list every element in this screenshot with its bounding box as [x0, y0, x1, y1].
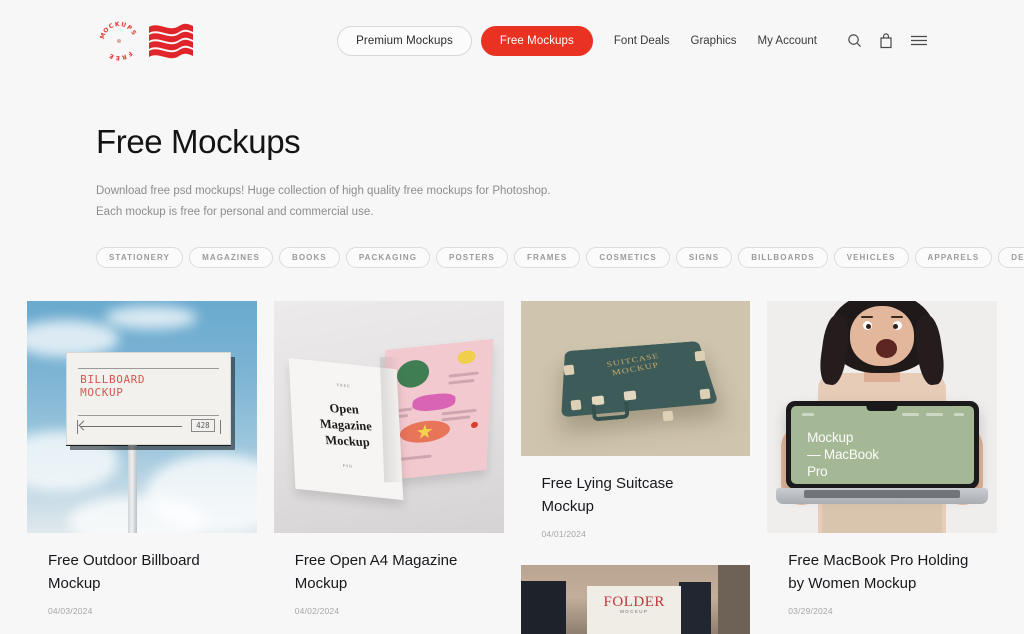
card-thumbnail-billboard[interactable]: BILLBOARD MOCKUP 428: [27, 301, 257, 533]
billboard-art-line-2: MOCKUP: [80, 386, 145, 399]
card-date-magazine: 04/02/2024: [274, 606, 504, 616]
category-chip-devices[interactable]: DEVICES: [998, 247, 1024, 268]
card-title-suitcase: Free Lying Suitcase Mockup: [521, 472, 751, 518]
category-chip-apparels[interactable]: APPARELS: [915, 247, 993, 268]
nav-link-my-account[interactable]: My Account: [758, 35, 817, 47]
mockup-card-magazine[interactable]: FREE Open Magazine Mockup PSD Free Open …: [274, 301, 504, 616]
grid-column-2: FREE Open Magazine Mockup PSD Free Open …: [274, 301, 504, 634]
nav-link-font-deals[interactable]: Font Deals: [614, 35, 670, 47]
mockup-card-billboard[interactable]: BILLBOARD MOCKUP 428 Free Outdoor Billbo…: [27, 301, 257, 616]
category-chip-packaging[interactable]: PACKAGING: [346, 247, 430, 268]
card-thumbnail-folder[interactable]: FOLDER MOCKUP: [521, 565, 751, 634]
logo-circle-text-icon: M O C K U P S F R E E: [96, 18, 142, 64]
card-title-magazine: Free Open A4 Magazine Mockup: [274, 549, 504, 595]
card-date-billboard: 04/03/2024: [27, 606, 257, 616]
hero-description-line-2: Each mockup is free for personal and com…: [96, 202, 928, 223]
hero-section: Free Mockups Download free psd mockups! …: [0, 81, 1024, 223]
category-chip-signs[interactable]: SIGNS: [676, 247, 732, 268]
card-title-billboard: Free Outdoor Billboard Mockup: [27, 549, 257, 595]
category-filter-list: STATIONERY MAGAZINES BOOKS PACKAGING POS…: [0, 223, 1024, 268]
card-thumbnail-macbook[interactable]: Mockup — MacBook Pro: [767, 301, 997, 533]
category-chip-books[interactable]: BOOKS: [279, 247, 340, 268]
logo-flag-icon: [147, 21, 196, 61]
category-chip-stationery[interactable]: STATIONERY: [96, 247, 183, 268]
main-navigation: Premium Mockups Free Mockups Font Deals …: [337, 26, 928, 56]
mockup-card-macbook[interactable]: Mockup — MacBook Pro Free MacBook Pro Ho…: [767, 301, 997, 616]
mockup-card-folder[interactable]: FOLDER MOCKUP: [521, 565, 751, 634]
site-logo[interactable]: M O C K U P S F R E E: [96, 17, 196, 65]
svg-text:R: R: [120, 52, 127, 60]
magazine-art-line-3: Mockup: [321, 431, 374, 450]
suitcase-art: SUITCASE MOCKUP: [521, 301, 751, 456]
mockup-card-suitcase[interactable]: SUITCASE MOCKUP Free Lying Suitcase Mock…: [521, 301, 751, 539]
category-chip-cosmetics[interactable]: COSMETICS: [586, 247, 669, 268]
billboard-art-number: 428: [191, 419, 215, 432]
macbook-art-line-2: — MacBook: [807, 446, 879, 463]
svg-text:E: E: [116, 53, 121, 60]
search-icon[interactable]: [847, 33, 862, 48]
macbook-art-line-3: Pro: [807, 463, 879, 480]
billboard-art: BILLBOARD MOCKUP 428: [27, 301, 257, 533]
card-date-suitcase: 04/01/2024: [521, 529, 751, 539]
folder-art-line-2: MOCKUP: [620, 609, 648, 614]
card-title-macbook: Free MacBook Pro Holding by Women Mockup: [767, 549, 997, 595]
nav-link-graphics[interactable]: Graphics: [691, 35, 737, 47]
nav-pill-free-mockups[interactable]: Free Mockups: [481, 26, 593, 56]
header-icon-group: [847, 33, 928, 49]
category-chip-billboards[interactable]: BILLBOARDS: [738, 247, 827, 268]
page-title: Free Mockups: [96, 123, 928, 161]
svg-text:S: S: [129, 29, 137, 36]
card-thumbnail-magazine[interactable]: FREE Open Magazine Mockup PSD: [274, 301, 504, 533]
grid-column-4: Mockup — MacBook Pro Free MacBook Pro Ho…: [767, 301, 997, 634]
hero-description-line-1: Download free psd mockups! Huge collecti…: [96, 181, 928, 202]
macbook-art: Mockup — MacBook Pro: [767, 301, 997, 533]
magazine-art-bottom: PSD: [343, 462, 354, 468]
grid-column-3: SUITCASE MOCKUP Free Lying Suitcase Mock…: [521, 301, 751, 634]
category-chip-posters[interactable]: POSTERS: [436, 247, 508, 268]
card-thumbnail-suitcase[interactable]: SUITCASE MOCKUP: [521, 301, 751, 456]
site-header: M O C K U P S F R E E Premium Mockups Fr…: [0, 0, 1024, 81]
magazine-art: FREE Open Magazine Mockup PSD: [274, 301, 504, 533]
macbook-art-line-1: Mockup: [807, 429, 879, 446]
nav-pill-premium-mockups[interactable]: Premium Mockups: [337, 26, 472, 56]
shopping-bag-icon[interactable]: [879, 33, 893, 49]
magazine-art-top: FREE: [337, 382, 351, 388]
hamburger-menu-icon[interactable]: [910, 34, 928, 47]
category-chip-frames[interactable]: FRAMES: [514, 247, 580, 268]
folder-art: FOLDER MOCKUP: [521, 565, 751, 634]
category-chip-vehicles[interactable]: VEHICLES: [834, 247, 909, 268]
billboard-art-line-1: BILLBOARD: [80, 373, 145, 386]
card-date-macbook: 03/29/2024: [767, 606, 997, 616]
mockup-grid: BILLBOARD MOCKUP 428 Free Outdoor Billbo…: [0, 301, 1024, 634]
category-chip-magazines[interactable]: MAGAZINES: [189, 247, 273, 268]
grid-column-1: BILLBOARD MOCKUP 428 Free Outdoor Billbo…: [27, 301, 257, 634]
svg-text:E: E: [108, 51, 115, 59]
